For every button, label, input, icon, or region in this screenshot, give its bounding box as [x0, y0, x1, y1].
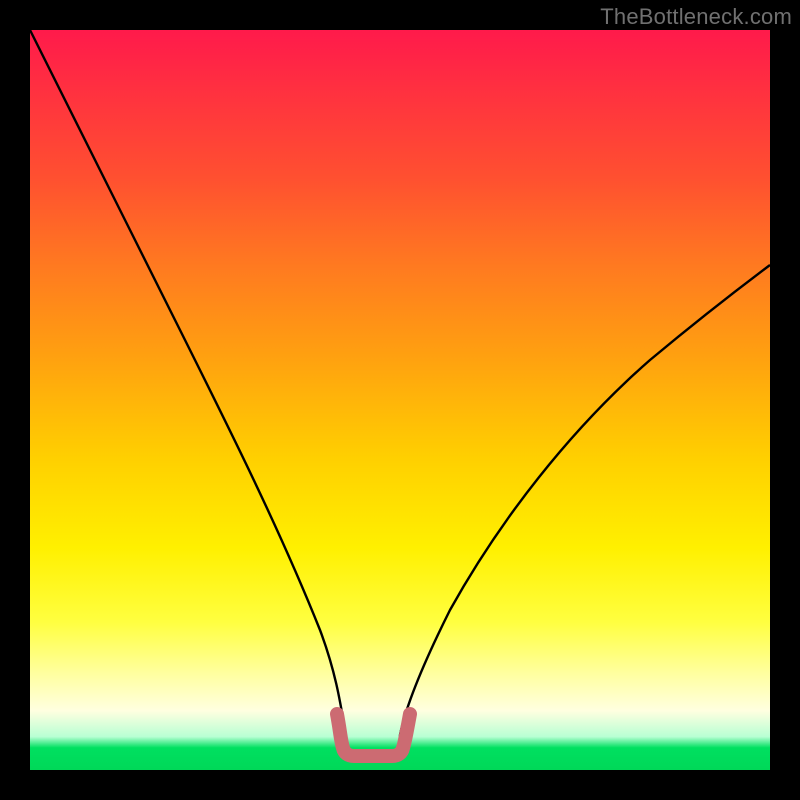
- chart-frame: TheBottleneck.com: [0, 0, 800, 800]
- optimal-zone-marker: [337, 714, 410, 756]
- watermark-text: TheBottleneck.com: [600, 4, 792, 30]
- chart-svg: [30, 30, 770, 770]
- bottleneck-curve: [30, 30, 770, 756]
